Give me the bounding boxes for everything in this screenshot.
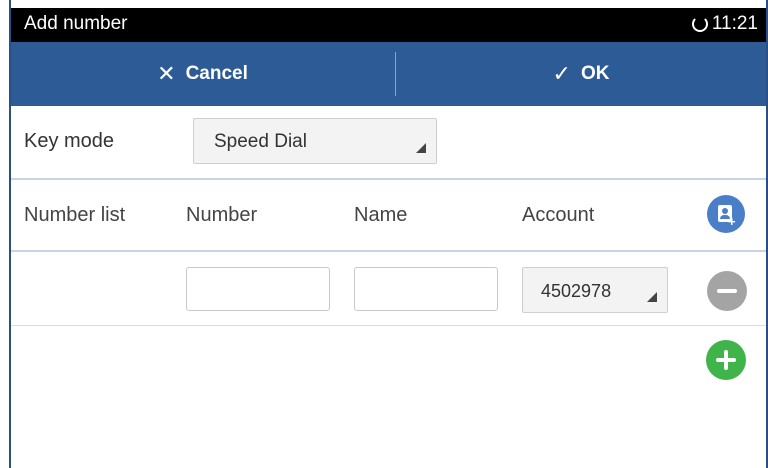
check-icon: ✓ — [552, 61, 571, 86]
account-select[interactable]: 4502978 — [522, 267, 668, 313]
number-entry-row: 4502978 — [10, 254, 766, 326]
name-input[interactable] — [354, 267, 498, 311]
number-list-label: Number list — [24, 204, 126, 226]
close-icon: ✕ — [157, 61, 176, 86]
clock: 11:21 — [711, 13, 758, 34]
dropdown-arrow-icon — [647, 292, 657, 302]
remove-number-button[interactable] — [707, 271, 747, 311]
ok-label: OK — [580, 63, 610, 84]
account-value: 4502978 — [541, 281, 631, 302]
name-column-header: Name — [354, 204, 408, 226]
add-number-button[interactable] — [706, 340, 746, 380]
account-column-header: Account — [522, 204, 595, 226]
key-mode-row: Key mode Speed Dial — [10, 106, 766, 180]
status-bar: Add number 11:21 — [10, 8, 766, 42]
number-column-header: Number — [186, 204, 258, 226]
cancel-button[interactable]: ✕ Cancel — [10, 42, 395, 106]
cancel-label: Cancel — [185, 63, 248, 84]
number-input[interactable] — [186, 267, 330, 311]
add-number-screen: Add number 11:21 ✕ Cancel ✓ OK Key mode … — [0, 0, 768, 468]
key-mode-select[interactable]: Speed Dial — [193, 118, 437, 164]
status-right: 11:21 — [691, 13, 758, 35]
ok-button[interactable]: ✓ OK — [396, 42, 766, 106]
action-bar: ✕ Cancel ✓ OK — [10, 42, 766, 106]
key-mode-label: Key mode — [24, 130, 115, 152]
number-list-header: Number list Number Name Account + — [10, 182, 766, 252]
dropdown-arrow-icon — [416, 143, 426, 153]
add-from-contacts-button[interactable]: + — [707, 195, 745, 233]
sync-icon — [691, 16, 708, 32]
screen-title: Add number — [24, 13, 128, 34]
key-mode-value: Speed Dial — [214, 131, 307, 152]
